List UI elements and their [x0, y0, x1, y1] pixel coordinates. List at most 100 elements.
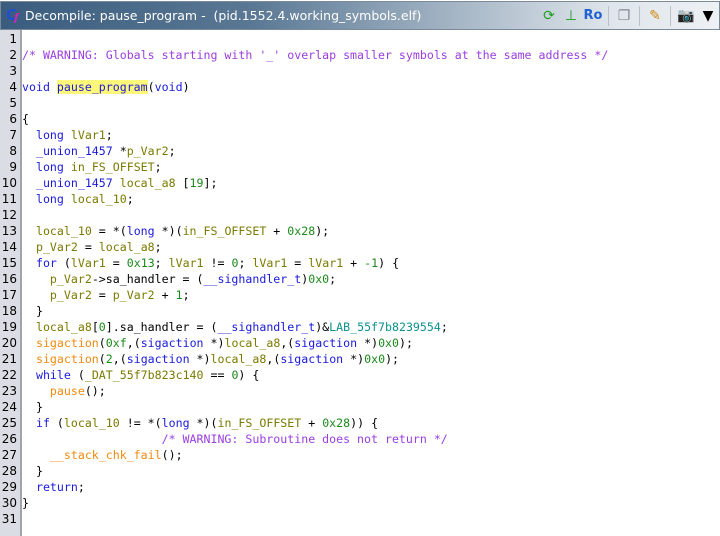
- variable[interactable]: local_a8: [120, 176, 176, 190]
- code-line[interactable]: }: [22, 495, 29, 511]
- label-reference[interactable]: LAB_55f7b8239554: [329, 320, 441, 334]
- code-line[interactable]: sigaction(2,(sigaction *)local_a8,(sigac…: [22, 351, 399, 367]
- type-name[interactable]: _union_1457: [36, 144, 113, 158]
- variable[interactable]: lVar1: [71, 256, 106, 270]
- refresh-icon[interactable]: ⟳: [539, 6, 559, 26]
- code-text: }: [22, 496, 29, 510]
- variable[interactable]: p_Var2: [50, 272, 92, 286]
- snapshot-icon[interactable]: 📷: [676, 6, 696, 26]
- line-number: 11: [1, 192, 17, 206]
- code-line[interactable]: _union_1457 local_a8 [19];: [22, 175, 218, 191]
- code-line[interactable]: p_Var2 = local_a8;: [22, 239, 162, 255]
- code-line[interactable]: local_a8[0].sa_handler = (__sighandler_t…: [22, 319, 448, 335]
- variable[interactable]: local_10: [36, 224, 92, 238]
- variable[interactable]: local_a8: [211, 352, 267, 366]
- toolbar-separator: [670, 5, 671, 26]
- type-name[interactable]: __sighandler_t: [217, 320, 315, 334]
- code-line[interactable]: __stack_chk_fail();: [22, 447, 183, 463]
- code-line[interactable]: /* WARNING: Globals starting with '_' ov…: [22, 47, 608, 63]
- code-line[interactable]: void pause_program(void): [22, 79, 190, 95]
- function-call[interactable]: __stack_chk_fail: [50, 448, 162, 462]
- code-line[interactable]: return;: [22, 479, 85, 495]
- variable[interactable]: local_a8: [224, 336, 280, 350]
- variable[interactable]: lVar1: [252, 256, 287, 270]
- code-line[interactable]: sigaction(0xf,(sigaction *)local_a8,(sig…: [22, 335, 413, 351]
- variable[interactable]: local_a8: [36, 320, 92, 334]
- variable[interactable]: lVar1: [169, 256, 204, 270]
- highlighted-function-name[interactable]: pause_program: [56, 80, 148, 94]
- function-call[interactable]: sigaction: [36, 336, 99, 350]
- function-call[interactable]: sigaction: [36, 352, 99, 366]
- edit-icon[interactable]: ✎: [645, 6, 665, 26]
- code-line[interactable]: }: [22, 399, 43, 415]
- code-text: *)(: [189, 416, 218, 430]
- line-number: 25: [1, 416, 17, 430]
- code-line[interactable]: long local_10;: [22, 191, 134, 207]
- code-line[interactable]: pause();: [22, 383, 106, 399]
- line-number: 10: [1, 176, 17, 190]
- read-only-button[interactable]: Ro: [583, 6, 603, 26]
- line-number: 20: [1, 336, 17, 350]
- variable[interactable]: local_a8: [99, 240, 155, 254]
- variable[interactable]: p_Var2: [36, 240, 78, 254]
- variable[interactable]: in_FS_OFFSET: [183, 224, 267, 238]
- code-line[interactable]: while (_DAT_55f7b823c140 == 0) {: [22, 367, 259, 383]
- line-number: 16: [1, 272, 17, 286]
- code-text: =: [105, 256, 127, 270]
- copy-icon[interactable]: ❐: [614, 6, 634, 26]
- line-number: 18: [1, 304, 17, 318]
- decompiled-code-area[interactable]: /* WARNING: Globals starting with '_' ov…: [22, 30, 720, 536]
- function-call[interactable]: pause: [50, 384, 85, 398]
- variable[interactable]: _DAT_55f7b823c140: [85, 368, 204, 382]
- variable[interactable]: p_Var2: [50, 288, 92, 302]
- code-line[interactable]: local_10 = *(long *)(in_FS_OFFSET + 0x28…: [22, 223, 329, 239]
- code-text: );: [399, 336, 413, 350]
- line-number: 4: [9, 80, 17, 94]
- code-text: ) {: [238, 368, 260, 382]
- type-name[interactable]: _union_1457: [36, 176, 113, 190]
- code-line[interactable]: }: [22, 303, 43, 319]
- type-name[interactable]: __sighandler_t: [204, 272, 302, 286]
- type-name[interactable]: sigaction: [294, 336, 357, 350]
- code-line[interactable]: /* WARNING: Subroutine does not return *…: [22, 431, 448, 447]
- code-line[interactable]: {: [22, 111, 29, 127]
- variable[interactable]: p_Var2: [127, 144, 169, 158]
- line-number: 23: [1, 384, 17, 398]
- variable[interactable]: lVar1: [308, 256, 343, 270]
- code-line[interactable]: long lVar1;: [22, 127, 113, 143]
- keyword: return: [35, 480, 78, 494]
- code-line[interactable]: long in_FS_OFFSET;: [22, 159, 162, 175]
- variable[interactable]: local_10: [71, 192, 127, 206]
- code-line[interactable]: _union_1457 *p_Var2;: [22, 143, 176, 159]
- variable[interactable]: lVar1: [71, 128, 106, 142]
- code-text: ();: [161, 448, 183, 462]
- number-literal: 19: [189, 176, 204, 190]
- keyword: if: [35, 416, 50, 430]
- code-line[interactable]: for (lVar1 = 0x13; lVar1 != 0; lVar1 = l…: [22, 255, 399, 271]
- variable[interactable]: p_Var2: [113, 288, 155, 302]
- code-text: ;: [238, 256, 253, 270]
- variable[interactable]: in_FS_OFFSET: [71, 160, 155, 174]
- code-line[interactable]: }: [22, 463, 43, 479]
- code-text: ;: [182, 288, 190, 302]
- menu-dropdown-icon[interactable]: ▼: [698, 6, 718, 26]
- code-text: (: [147, 80, 155, 94]
- code-text: (: [98, 336, 106, 350]
- type-name[interactable]: sigaction: [280, 352, 343, 366]
- code-line[interactable]: p_Var2->sa_handler = (__sighandler_t)0x0…: [22, 271, 336, 287]
- type-name[interactable]: sigaction: [141, 336, 204, 350]
- code-line[interactable]: p_Var2 = p_Var2 + 1;: [22, 287, 190, 303]
- variable[interactable]: in_FS_OFFSET: [217, 416, 301, 430]
- type-name[interactable]: sigaction: [127, 352, 190, 366]
- variable[interactable]: local_10: [64, 416, 120, 430]
- line-number: 17: [1, 288, 17, 302]
- code-text: *): [343, 352, 365, 366]
- code-line[interactable]: if (local_10 != *(long *)(in_FS_OFFSET +…: [22, 415, 378, 431]
- graph-icon[interactable]: ⊥: [561, 6, 581, 26]
